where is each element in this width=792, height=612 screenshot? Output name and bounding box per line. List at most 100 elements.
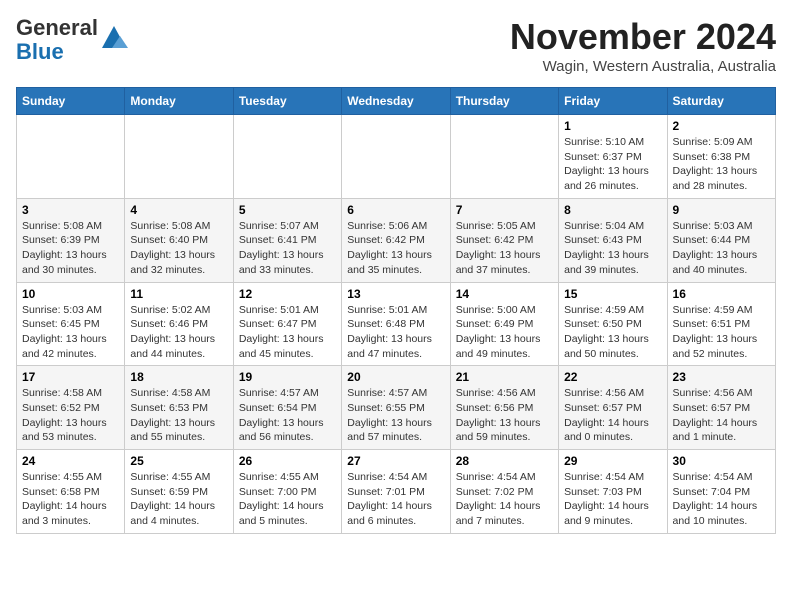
day-info: Sunrise: 4:58 AM Sunset: 6:53 PM Dayligh… xyxy=(130,386,227,445)
calendar-cell: 17Sunrise: 4:58 AM Sunset: 6:52 PM Dayli… xyxy=(17,366,125,450)
day-number: 15 xyxy=(564,287,661,301)
day-number: 25 xyxy=(130,454,227,468)
day-info: Sunrise: 5:00 AM Sunset: 6:49 PM Dayligh… xyxy=(456,303,553,362)
day-number: 5 xyxy=(239,203,336,217)
day-number: 11 xyxy=(130,287,227,301)
calendar-cell: 28 Sunrise: 4:54 AM Sunset: 7:02 PM Dayli… xyxy=(450,450,558,534)
day-info: Sunrise: 4:57 AM Sunset: 6:54 PM Dayligh… xyxy=(239,386,336,445)
calendar-week-1: 3 Sunrise: 5:08 AM Sunset: 6:39 PM Daylig… xyxy=(17,198,776,282)
col-friday: Friday xyxy=(559,88,667,115)
calendar-cell xyxy=(125,115,233,199)
day-number: 19 xyxy=(239,370,336,384)
calendar-cell: 8 Sunrise: 5:04 AM Sunset: 6:43 PM Daylig… xyxy=(559,198,667,282)
day-info: Sunrise: 4:59 AM Sunset: 6:51 PM Dayligh… xyxy=(673,303,770,362)
calendar-cell: 6Sunrise: 5:06 AM Sunset: 6:42 PM Daylig… xyxy=(342,198,450,282)
calendar-table: Sunday Monday Tuesday Wednesday Thursday… xyxy=(16,87,776,534)
day-info: Sunrise: 4:57 AM Sunset: 6:55 PM Dayligh… xyxy=(347,386,444,445)
day-info: Sunrise: 5:01 AM Sunset: 6:48 PM Dayligh… xyxy=(347,303,444,362)
day-info: Sunrise: 5:04 AM Sunset: 6:43 PM Dayligh… xyxy=(564,219,661,278)
col-wednesday: Wednesday xyxy=(342,88,450,115)
day-info: Sunrise: 5:08 AM Sunset: 6:39 PM Dayligh… xyxy=(22,219,119,278)
month-title: November 2024 xyxy=(510,16,776,58)
day-number: 24 xyxy=(22,454,119,468)
calendar-header: Sunday Monday Tuesday Wednesday Thursday… xyxy=(17,88,776,115)
calendar-cell: 11 Sunrise: 5:02 AM Sunset: 6:46 PM Dayli… xyxy=(125,282,233,366)
day-number: 6 xyxy=(347,203,444,217)
calendar-cell: 30 Sunrise: 4:54 AM Sunset: 7:04 PM Dayli… xyxy=(667,450,775,534)
day-number: 26 xyxy=(239,454,336,468)
day-info: Sunrise: 5:01 AM Sunset: 6:47 PM Dayligh… xyxy=(239,303,336,362)
calendar-cell: 24Sunrise: 4:55 AM Sunset: 6:58 PM Dayli… xyxy=(17,450,125,534)
day-number: 23 xyxy=(673,370,770,384)
logo: General Blue xyxy=(16,16,128,64)
day-number: 27 xyxy=(347,454,444,468)
day-info: Sunrise: 5:07 AM Sunset: 6:41 PM Dayligh… xyxy=(239,219,336,278)
day-info: Sunrise: 4:54 AM Sunset: 7:04 PM Dayligh… xyxy=(673,470,770,529)
day-number: 4 xyxy=(130,203,227,217)
day-number: 14 xyxy=(456,287,553,301)
day-number: 8 xyxy=(564,203,661,217)
calendar-cell: 19 Sunrise: 4:57 AM Sunset: 6:54 PM Dayli… xyxy=(233,366,341,450)
calendar-cell: 10Sunrise: 5:03 AM Sunset: 6:45 PM Dayli… xyxy=(17,282,125,366)
calendar-cell: 4 Sunrise: 5:08 AM Sunset: 6:40 PM Daylig… xyxy=(125,198,233,282)
day-number: 21 xyxy=(456,370,553,384)
calendar-cell: 18 Sunrise: 4:58 AM Sunset: 6:53 PM Dayli… xyxy=(125,366,233,450)
day-number: 28 xyxy=(456,454,553,468)
calendar-cell: 13 Sunrise: 5:01 AM Sunset: 6:48 PM Dayli… xyxy=(342,282,450,366)
logo-general: General xyxy=(16,16,98,40)
calendar-cell: 26Sunrise: 4:55 AM Sunset: 7:00 PM Dayli… xyxy=(233,450,341,534)
day-info: Sunrise: 5:05 AM Sunset: 6:42 PM Dayligh… xyxy=(456,219,553,278)
calendar-cell: 2 Sunrise: 5:09 AM Sunset: 6:38 PM Daylig… xyxy=(667,115,775,199)
day-number: 17 xyxy=(22,370,119,384)
calendar-cell: 29Sunrise: 4:54 AM Sunset: 7:03 PM Dayli… xyxy=(559,450,667,534)
day-info: Sunrise: 5:02 AM Sunset: 6:46 PM Dayligh… xyxy=(130,303,227,362)
location-title: Wagin, Western Australia, Australia xyxy=(510,58,776,75)
calendar-cell: 16 Sunrise: 4:59 AM Sunset: 6:51 PM Dayli… xyxy=(667,282,775,366)
calendar-cell: 7 Sunrise: 5:05 AM Sunset: 6:42 PM Daylig… xyxy=(450,198,558,282)
col-saturday: Saturday xyxy=(667,88,775,115)
day-info: Sunrise: 4:56 AM Sunset: 6:57 PM Dayligh… xyxy=(673,386,770,445)
day-number: 22 xyxy=(564,370,661,384)
day-info: Sunrise: 4:56 AM Sunset: 6:57 PM Dayligh… xyxy=(564,386,661,445)
calendar-cell: 15 Sunrise: 4:59 AM Sunset: 6:50 PM Dayli… xyxy=(559,282,667,366)
day-info: Sunrise: 4:56 AM Sunset: 6:56 PM Dayligh… xyxy=(456,386,553,445)
header-row: Sunday Monday Tuesday Wednesday Thursday… xyxy=(17,88,776,115)
col-monday: Monday xyxy=(125,88,233,115)
day-info: Sunrise: 4:59 AM Sunset: 6:50 PM Dayligh… xyxy=(564,303,661,362)
calendar-cell: 22 Sunrise: 4:56 AM Sunset: 6:57 PM Dayli… xyxy=(559,366,667,450)
calendar-cell: 5 Sunrise: 5:07 AM Sunset: 6:41 PM Daylig… xyxy=(233,198,341,282)
calendar-cell: 23 Sunrise: 4:56 AM Sunset: 6:57 PM Dayli… xyxy=(667,366,775,450)
calendar-week-4: 24Sunrise: 4:55 AM Sunset: 6:58 PM Dayli… xyxy=(17,450,776,534)
day-number: 13 xyxy=(347,287,444,301)
calendar-cell xyxy=(17,115,125,199)
day-number: 2 xyxy=(673,119,770,133)
day-info: Sunrise: 4:55 AM Sunset: 6:59 PM Dayligh… xyxy=(130,470,227,529)
day-info: Sunrise: 5:08 AM Sunset: 6:40 PM Dayligh… xyxy=(130,219,227,278)
day-number: 30 xyxy=(673,454,770,468)
calendar-week-0: 1 Sunrise: 5:10 AM Sunset: 6:37 PM Daylig… xyxy=(17,115,776,199)
day-number: 7 xyxy=(456,203,553,217)
day-number: 10 xyxy=(22,287,119,301)
day-number: 3 xyxy=(22,203,119,217)
calendar-week-3: 17Sunrise: 4:58 AM Sunset: 6:52 PM Dayli… xyxy=(17,366,776,450)
day-info: Sunrise: 5:09 AM Sunset: 6:38 PM Dayligh… xyxy=(673,135,770,194)
col-tuesday: Tuesday xyxy=(233,88,341,115)
day-number: 29 xyxy=(564,454,661,468)
day-info: Sunrise: 4:54 AM Sunset: 7:02 PM Dayligh… xyxy=(456,470,553,529)
calendar-cell: 1 Sunrise: 5:10 AM Sunset: 6:37 PM Daylig… xyxy=(559,115,667,199)
day-info: Sunrise: 4:54 AM Sunset: 7:01 PM Dayligh… xyxy=(347,470,444,529)
day-number: 12 xyxy=(239,287,336,301)
day-number: 18 xyxy=(130,370,227,384)
calendar-cell xyxy=(233,115,341,199)
day-number: 1 xyxy=(564,119,661,133)
day-info: Sunrise: 5:03 AM Sunset: 6:44 PM Dayligh… xyxy=(673,219,770,278)
logo-blue: Blue xyxy=(16,40,98,64)
calendar-week-2: 10Sunrise: 5:03 AM Sunset: 6:45 PM Dayli… xyxy=(17,282,776,366)
header: General Blue November 2024 Wagin, Wester… xyxy=(16,16,776,75)
day-number: 16 xyxy=(673,287,770,301)
calendar-cell: 25 Sunrise: 4:55 AM Sunset: 6:59 PM Dayli… xyxy=(125,450,233,534)
calendar-cell: 20Sunrise: 4:57 AM Sunset: 6:55 PM Dayli… xyxy=(342,366,450,450)
calendar-cell: 9Sunrise: 5:03 AM Sunset: 6:44 PM Daylig… xyxy=(667,198,775,282)
calendar-cell xyxy=(342,115,450,199)
day-info: Sunrise: 5:10 AM Sunset: 6:37 PM Dayligh… xyxy=(564,135,661,194)
